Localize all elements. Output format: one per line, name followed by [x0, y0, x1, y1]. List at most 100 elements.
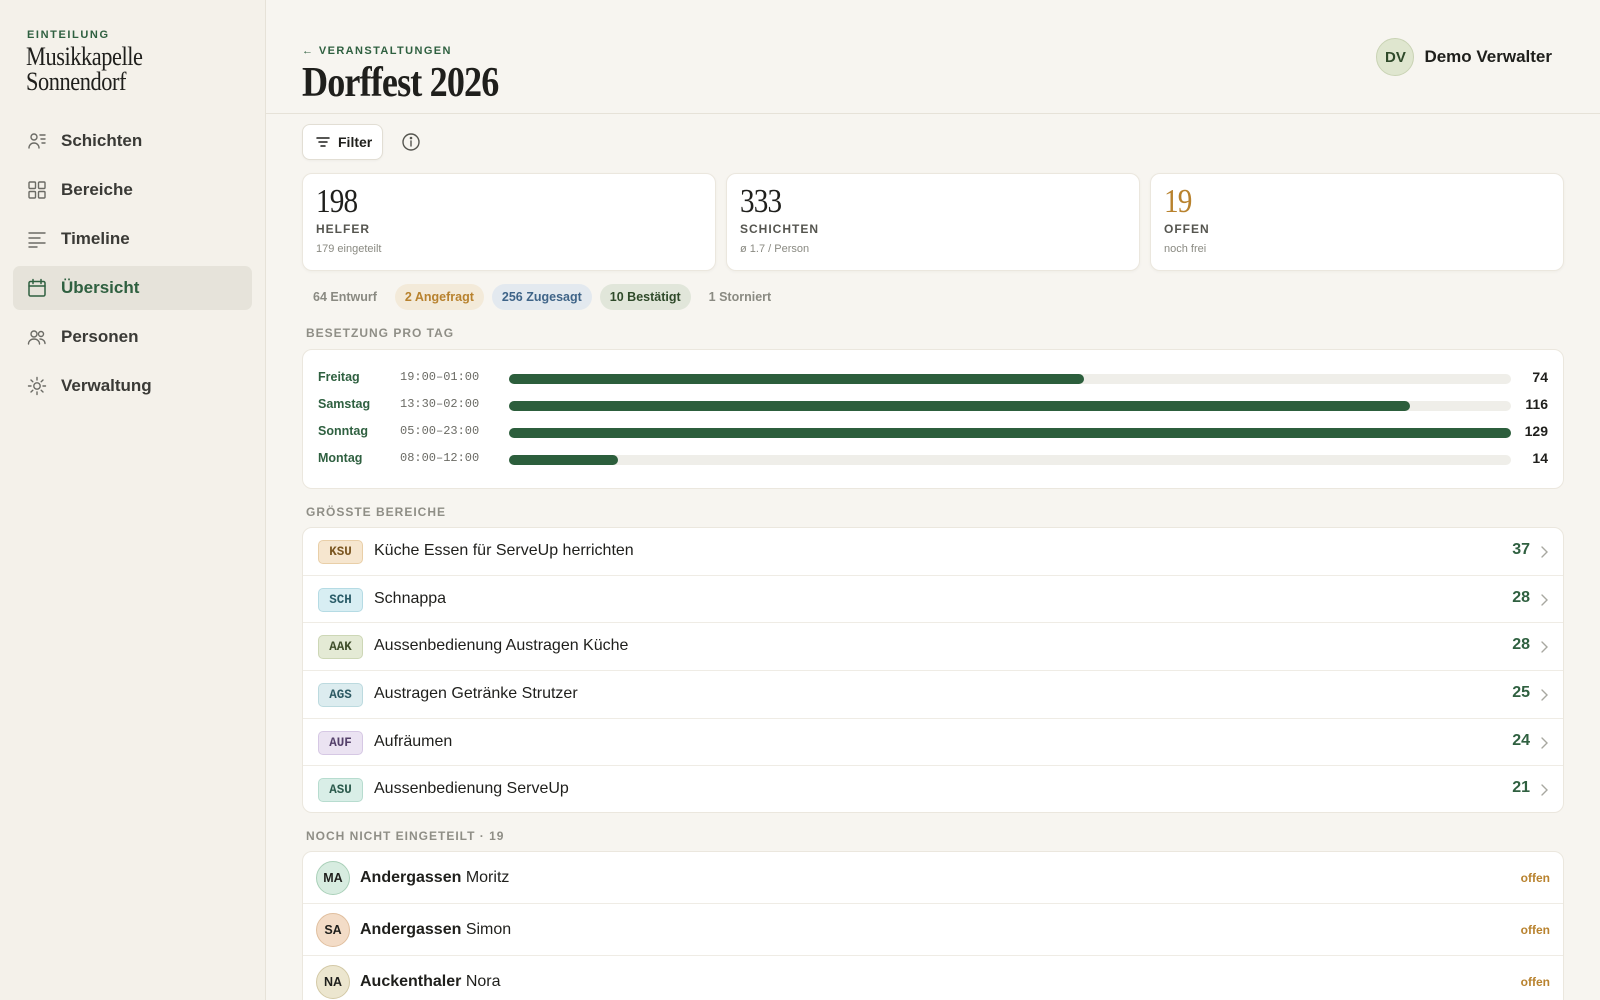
- status-pills: 64 Entwurf 2 Angefragt 256 Zugesagt 10 B…: [303, 284, 781, 310]
- avatar: DV: [1376, 38, 1415, 76]
- area-code-badge: AAK: [318, 635, 363, 660]
- page-header: ← VERANSTALTUNGEN Dorffest 2026 DV Demo …: [266, 0, 1600, 114]
- sidebar-item-verwaltung[interactable]: Verwaltung: [13, 364, 252, 408]
- filter-button[interactable]: Filter: [302, 124, 383, 160]
- person-last-name: Andergassen: [360, 921, 462, 938]
- user-menu[interactable]: DV Demo Verwalter: [1376, 38, 1552, 76]
- stat-card-schichten: 333 SCHICHTEN ø 1.7 / Person: [726, 173, 1140, 271]
- status-badge: offen: [1520, 975, 1550, 989]
- stat-label: SCHICHTEN: [740, 222, 820, 236]
- day-time: 13:30–02:00: [400, 397, 480, 411]
- area-count: 21: [1512, 779, 1530, 797]
- section-title-unassigned: NOCH NICHT EINGETEILT · 19: [306, 829, 505, 843]
- day-row: Samstag 13:30–02:00 116: [303, 395, 1563, 415]
- day-name: Sonntag: [318, 424, 368, 438]
- back-to-events-link[interactable]: ← VERANSTALTUNGEN: [302, 45, 452, 57]
- sidebar-item-personen[interactable]: Personen: [13, 315, 252, 359]
- day-occupancy-card: Freitag 19:00–01:00 74 Samstag 13:30–02:…: [302, 349, 1564, 489]
- area-name: Aussenbedienung Austragen Küche: [374, 637, 629, 655]
- chevron-right-icon: [1541, 736, 1548, 749]
- person-row[interactable]: SA Andergassen Simon offen: [303, 904, 1563, 956]
- area-row[interactable]: SCH Schnappa 28: [303, 576, 1563, 624]
- person-row[interactable]: MA Andergassen Moritz offen: [303, 852, 1563, 904]
- chevron-right-icon: [1541, 546, 1548, 558]
- area-name: Austragen Getränke Strutzer: [374, 684, 578, 702]
- day-bar-track: [509, 401, 1511, 411]
- day-count: 14: [1532, 450, 1548, 466]
- stat-value: 19: [1164, 183, 1192, 220]
- person-name: Auckenthaler Nora: [360, 973, 501, 991]
- area-count: 28: [1512, 636, 1530, 654]
- area-row[interactable]: ASU Aussenbedienung ServeUp 21: [303, 766, 1563, 812]
- area-row[interactable]: AAK Aussenbedienung Austragen Küche 28: [303, 623, 1563, 671]
- area-row[interactable]: AUF Aufräumen 24: [303, 719, 1563, 767]
- person-last-name: Auckenthaler: [360, 973, 462, 990]
- area-count: 25: [1512, 683, 1530, 701]
- area-row[interactable]: AGS Austragen Getränke Strutzer 25: [303, 671, 1563, 719]
- area-code-badge: SCH: [318, 587, 363, 612]
- stat-label: HELFER: [316, 222, 370, 236]
- day-bar-fill: [509, 401, 1410, 411]
- area-count: 37: [1512, 541, 1530, 558]
- person-row[interactable]: NA Auckenthaler Nora offen: [303, 956, 1563, 1000]
- area-name: Schnappa: [374, 589, 447, 607]
- avatar: SA: [316, 913, 350, 947]
- sidebar-item-schichten[interactable]: Schichten: [13, 119, 252, 163]
- org-name: Musikkapelle Sonnendorf: [26, 42, 198, 96]
- day-time: 19:00–01:00: [400, 370, 480, 384]
- area-code-badge: ASU: [318, 778, 363, 803]
- day-row: Montag 08:00–12:00 14: [303, 449, 1563, 469]
- section-title-per-day: BESETZUNG PRO TAG: [306, 326, 455, 340]
- avatar: NA: [316, 965, 350, 999]
- day-count: 74: [1532, 369, 1548, 385]
- stat-card-offen: 19 OFFEN noch frei: [1150, 173, 1564, 271]
- brand-kicker: EINTEILUNG: [27, 29, 110, 41]
- gear-icon: [27, 376, 47, 396]
- section-title-areas: GRÖSSTE BEREICHE: [306, 505, 447, 519]
- info-icon[interactable]: [401, 132, 421, 152]
- sidebar-item-label: Bereiche: [61, 180, 133, 199]
- area-code-badge: AUF: [318, 730, 363, 755]
- people-icon: [27, 330, 46, 345]
- org-name-line1: Musikkapelle: [26, 42, 143, 71]
- stat-value: 333: [740, 183, 782, 220]
- day-bar-fill: [509, 455, 618, 465]
- area-code-badge: KSU: [318, 540, 363, 564]
- area-count: 24: [1512, 731, 1530, 749]
- chevron-right-icon: [1541, 784, 1548, 796]
- day-count: 129: [1524, 423, 1548, 439]
- areas-card: KSU Küche Essen für ServeUp herrichten 3…: [302, 527, 1564, 813]
- sidebar-item-label: Übersicht: [61, 278, 140, 297]
- sidebar-item-bereiche[interactable]: Bereiche: [13, 168, 252, 212]
- status-pill-entwurf[interactable]: 64 Entwurf: [303, 284, 387, 310]
- sidebar-item-label: Verwaltung: [61, 376, 152, 395]
- sidebar-item-label: Personen: [61, 327, 139, 346]
- status-pill-bestaetigt[interactable]: 10 Bestätigt: [599, 284, 691, 310]
- status-pill-zugesagt[interactable]: 256 Zugesagt: [491, 284, 592, 310]
- sidebar-item-uebersicht[interactable]: Übersicht: [13, 266, 252, 310]
- unassigned-persons-card: MA Andergassen Moritz offen SA Andergass…: [302, 851, 1564, 1000]
- day-time: 08:00–12:00: [400, 451, 480, 465]
- stat-value: 198: [316, 183, 358, 220]
- status-pill-storniert[interactable]: 1 Storniert: [699, 284, 782, 310]
- sidebar-item-timeline[interactable]: Timeline: [13, 217, 252, 261]
- stat-card-helfer: 198 HELFER 179 eingeteilt: [302, 173, 716, 271]
- sidebar-nav: Schichten Bereiche Timeline Übersicht Pe…: [13, 119, 252, 413]
- page-title: Dorffest 2026: [302, 60, 499, 106]
- day-name: Freitag: [318, 370, 360, 384]
- stat-label: OFFEN: [1164, 222, 1210, 236]
- area-row[interactable]: KSU Küche Essen für ServeUp herrichten 3…: [303, 528, 1563, 576]
- day-row: Freitag 19:00–01:00 74: [303, 368, 1563, 388]
- org-name-line2: Sonnendorf: [26, 67, 127, 96]
- sidebar: EINTEILUNG Musikkapelle Sonnendorf Schic…: [0, 0, 266, 1000]
- day-name: Samstag: [318, 397, 371, 411]
- status-pill-angefragt[interactable]: 2 Angefragt: [394, 284, 484, 310]
- user-name: Demo Verwalter: [1424, 47, 1552, 66]
- area-name: Küche Essen für ServeUp herrichten: [374, 542, 634, 559]
- sidebar-item-label: Schichten: [61, 131, 143, 150]
- day-bar-track: [509, 374, 1511, 384]
- sidebar-item-label: Timeline: [61, 229, 130, 248]
- filter-icon: [316, 137, 330, 147]
- chevron-right-icon: [1541, 641, 1548, 654]
- grid-icon: [28, 181, 46, 199]
